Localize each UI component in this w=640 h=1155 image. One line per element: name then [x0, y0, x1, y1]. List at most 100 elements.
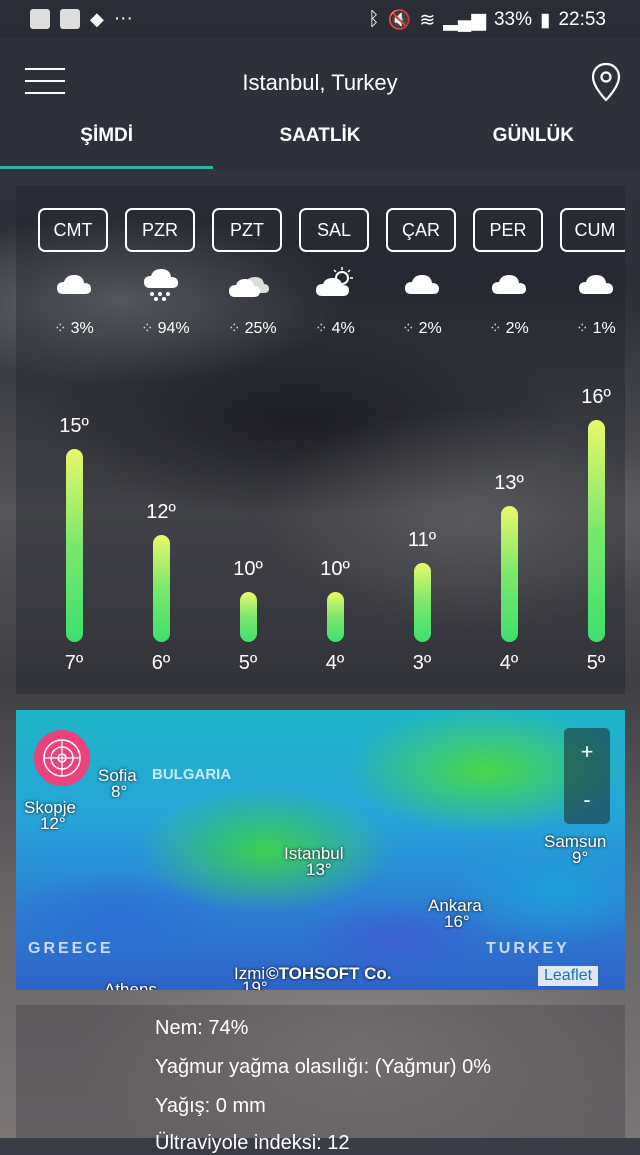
partly-sunny-icon — [316, 267, 353, 296]
tab-hourly[interactable]: SAATLİK — [213, 110, 426, 168]
map-temp-sofia: 8° — [111, 782, 128, 801]
precip-value: 94% — [157, 320, 190, 337]
temperature-bar — [153, 534, 170, 642]
location-pin-icon[interactable] — [590, 62, 622, 102]
precip-value: 2% — [418, 320, 442, 337]
clock: 22:53 — [558, 9, 606, 30]
precip-chance: ⁘ 25% — [228, 319, 277, 338]
day-button[interactable]: CMT — [38, 208, 108, 252]
map-temp-istanbul: 13° — [306, 860, 332, 879]
app-notification-icon — [30, 9, 50, 29]
cloud-icon — [579, 275, 613, 294]
raindrop-icon: ⁘ — [141, 320, 154, 337]
raindrop-icon: ⁘ — [54, 320, 67, 337]
high-temp: 12º — [146, 500, 176, 523]
precip-value: 1% — [592, 320, 616, 337]
precip-chance: ⁘ 4% — [315, 319, 355, 338]
low-temp: 4º — [499, 652, 519, 674]
app-bar: Istanbul, Turkey ŞİMDİ SAATLİK GÜNLÜK — [0, 38, 640, 170]
day-button[interactable]: SAL — [299, 208, 369, 252]
low-temp: 6º — [151, 652, 171, 674]
high-temp: 13º — [494, 471, 524, 494]
map-temp-izmir: 19° — [242, 978, 268, 990]
precip-chance: ⁘ 3% — [54, 319, 94, 338]
tab-bar: ŞİMDİ SAATLİK GÜNLÜK — [0, 110, 640, 168]
precip-value: 3% — [70, 320, 94, 337]
temperature-bar — [588, 419, 605, 642]
raindrop-icon: ⁘ — [576, 320, 589, 337]
weather-details-card: Nem: 74% Yağmur yağma olasılığı: (Yağmur… — [16, 1005, 625, 1154]
temperature-bar — [66, 448, 83, 642]
temperature-bar — [327, 592, 344, 642]
precip-value: 4% — [331, 320, 355, 337]
cloud-icon — [57, 275, 91, 294]
precip-chance: ⁘ 94% — [141, 319, 190, 338]
precipitation-text: Yağış: 0 mm — [155, 1095, 266, 1117]
raindrop-icon: ⁘ — [402, 320, 415, 337]
day-button[interactable]: CUM — [560, 208, 625, 252]
signal-icon: ▂▄▆ — [443, 9, 486, 31]
high-temp: 10º — [233, 558, 263, 580]
zoom-control: + - — [564, 728, 610, 824]
map-label-athens: Athens — [104, 980, 157, 990]
day-button[interactable]: ÇAR — [386, 208, 456, 252]
radar-icon — [43, 739, 81, 777]
wifi-icon: ≋ — [419, 9, 436, 31]
rain-chance-text: Yağmur yağma olasılığı: (Yağmur) 0% — [155, 1056, 492, 1078]
day-button[interactable]: PZT — [212, 208, 282, 252]
raindrop-icon: ⁘ — [228, 320, 241, 337]
temperature-bar — [240, 592, 257, 642]
temperature-bar — [501, 505, 518, 642]
zoom-out-button[interactable]: - — [564, 776, 610, 824]
active-tab-indicator — [0, 166, 213, 169]
dropbox-icon: ◆ — [90, 8, 104, 29]
temperature-bar — [414, 563, 431, 642]
more-notifications-icon: ··· — [113, 8, 133, 29]
precip-value: 2% — [505, 320, 529, 337]
precip-chance: ⁘ 2% — [489, 319, 529, 338]
uv-index-text: Ültraviyole indeksi: 12 — [155, 1132, 350, 1154]
raindrop-icon: ⁘ — [489, 320, 502, 337]
map-temp-ankara: 16° — [444, 912, 470, 931]
high-temp: 15º — [59, 414, 89, 437]
weather-map[interactable]: Sofia 8° BULGARIA Skopje 12° Istanbul 13… — [16, 710, 625, 990]
high-temp: 11º — [407, 529, 437, 552]
precip-chance: ⁘ 2% — [402, 319, 442, 338]
low-temp: 4º — [325, 652, 345, 674]
map-temp-samsun: 9° — [572, 848, 589, 867]
double-cloud-icon — [229, 277, 269, 297]
precip-value: 25% — [244, 320, 277, 337]
humidity-text: Nem: 74% — [155, 1017, 249, 1039]
mute-icon: 🔇 — [387, 10, 412, 31]
map-watermark: ©TOHSOFT Co. — [266, 964, 392, 983]
raindrop-icon: ⁘ — [315, 320, 328, 337]
radar-button[interactable] — [34, 730, 90, 786]
day-button[interactable]: PZR — [125, 208, 195, 252]
battery-icon: ▮ — [539, 9, 551, 31]
low-temp: 7º — [64, 652, 84, 674]
map-label-greece: GREECE — [28, 940, 114, 957]
high-temp: 10º — [320, 558, 350, 580]
low-temp: 5º — [238, 652, 258, 674]
low-temp: 3º — [412, 652, 432, 674]
map-label-bulgaria: BULGARIA — [152, 766, 232, 783]
bluetooth-icon: ᛒ — [368, 9, 380, 30]
precip-chance: ⁘ 1% — [576, 319, 616, 338]
leaflet-attribution-link[interactable]: Leaflet — [538, 966, 599, 986]
map-label-turkey: TURKEY — [486, 940, 570, 957]
daily-forecast-card: CMT ⁘ 3% 15º 7º PZR ⁘ 94% 12º 6º PZT ⁘ 25% 10º 5º SAL ⁘ 4… — [16, 186, 625, 694]
map-temp-skopje: 12° — [40, 814, 66, 833]
rain-cloud-icon — [144, 269, 178, 301]
battery-percent: 33% — [493, 9, 532, 30]
low-temp: 5º — [586, 652, 606, 674]
high-temp: 16º — [581, 385, 611, 408]
status-bar: ◆ ··· ᛒ 🔇 ≋ ▂▄▆ 33% ▮ 22:53 — [0, 0, 640, 38]
tab-now[interactable]: ŞİMDİ — [0, 110, 213, 168]
location-title: Istanbul, Turkey — [242, 70, 398, 95]
zoom-in-button[interactable]: + — [564, 728, 610, 776]
day-button[interactable]: PER — [473, 208, 543, 252]
cloud-icon — [405, 275, 439, 294]
tab-daily[interactable]: GÜNLÜK — [427, 110, 640, 168]
gallery-notification-icon — [60, 9, 80, 29]
cloud-icon — [492, 275, 526, 294]
